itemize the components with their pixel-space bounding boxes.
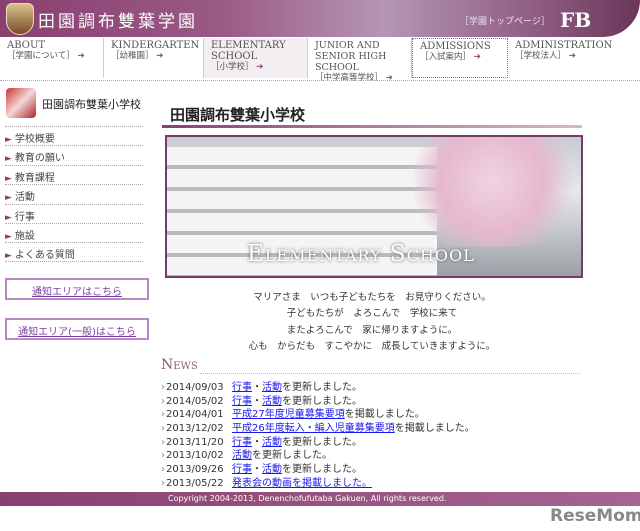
notice-area-general-link[interactable]: 通知エリア(一般)はこちら [18,327,136,338]
nav-sublabel: ［幼稚園］ [111,51,203,62]
main-nav: About［学園について］ Kindergarten［幼稚園］ Elementa… [0,38,640,83]
cherry-tree-graphic [397,137,581,247]
sidebar-item-faq[interactable]: よくある質問 [5,242,143,262]
news-text: を掲載しました。 [394,423,475,435]
sidebar-photo [6,88,36,118]
header-banner: 田園調布雙葉学園 ［学園トップページ］ FB [0,0,640,37]
notice-area-general-button[interactable]: 通知エリア(一般)はこちら [5,318,149,340]
news-heading: News [161,357,198,373]
sidebar-title: 田園調布雙葉小学校 [42,98,141,111]
nav-label: Kindergarten [111,40,200,51]
top-page-link[interactable]: ［学園トップページ］ [460,14,550,27]
news-item: 2014/09/03行事・活動を更新しました。 [161,378,475,393]
nav-label: Admissions [420,41,491,52]
nav-junior-senior[interactable]: Junior and Senior High School ［中学高等学校］ [308,38,412,83]
nav-admissions[interactable]: Admissions ［入試案内］ [412,38,508,78]
nav-administration[interactable]: Administration ［学校法人］ [508,38,640,78]
nav-label: Elementary School [211,40,286,62]
sidebar-menu: 学校概要 教育の願い 教育課程 活動 行事 施設 よくある質問 [5,126,143,262]
footer: Copyright 2004-2013, Denenchofufutaba Ga… [0,492,640,506]
news-item: 2013/05/22発表会の動画を掲載しました。 [161,474,475,489]
nav-sublabel: ［中学高等学校］ [315,73,411,84]
hero-image: Elementary School [165,135,583,278]
sidebar-item-facilities[interactable]: 施設 [5,222,143,242]
nav-sublabel: ［学園について］ [7,51,103,62]
hero-caption: Elementary School [247,241,475,267]
school-crest-icon [6,3,34,35]
site-title[interactable]: 田園調布雙葉学園 [38,7,198,32]
page-title: 田園調布雙葉小学校 [170,106,306,124]
nav-label: Administration [515,40,613,51]
notice-area-link[interactable]: 通知エリアはこちら [32,287,122,298]
title-underline [162,125,582,128]
nav-sublabel: ［学校法人］ [515,51,640,62]
news-divider [200,373,580,374]
message-line: 子どもたちが よろこんで 学校に来て [286,308,458,320]
news-link[interactable]: 発表会の動画を掲載しました。 [232,478,372,489]
nav-about[interactable]: About ［学園について］ [0,38,104,78]
news-item: 2013/10/02活動を更新しました。 [161,446,475,461]
news-item: 2013/11/20行事・活動を更新しました。 [161,433,475,448]
news-item: 2014/04/01平成27年度児童募集要項を掲載しました。 [161,405,475,420]
nav-label: Junior and Senior High School [315,40,387,73]
news-date: 2013/05/22 [161,478,232,489]
news-item: 2013/12/02平成26年度転入・編入児童募集要項を掲載しました。 [161,419,475,435]
sidebar-item-events[interactable]: 行事 [5,203,143,223]
notice-area-button[interactable]: 通知エリアはこちら [5,278,149,300]
sidebar-item-activities[interactable]: 活動 [5,184,143,203]
nav-sublabel: ［小学校］ [211,62,307,73]
message-line: マリアさま いつも子どもたちを お見守りください。 [253,292,491,303]
news-item: 2014/05/02行事・活動を更新しました。 [161,392,475,407]
news-list: 2014/09/03行事・活動を更新しました。2014/05/02行事・活動を更… [161,378,475,489]
nav-sublabel: ［入試案内］ [420,52,507,63]
prayer-message: マリアさま いつも子どもたちを お見守りください。 子どもたちが よろこんで 学… [162,290,582,355]
nav-elementary[interactable]: Elementary School ［小学校］ [204,38,308,78]
message-line: 心も からだも すこやかに 成長していきますように。 [248,340,496,352]
nav-kindergarten[interactable]: Kindergarten ［幼稚園］ [104,38,204,78]
news-item: 2013/09/26行事・活動を更新しました。 [161,460,475,475]
message-line: またよろこんで 家に帰りますように。 [286,324,458,336]
copyright: Copyright 2004-2013, Denenchofufutaba Ga… [168,494,447,503]
sidebar-item-overview[interactable]: 学校概要 [5,126,143,145]
fb-logo: FB [560,8,592,32]
sidebar-item-curriculum[interactable]: 教育課程 [5,164,143,184]
watermark: ReseMom [550,506,640,526]
sidebar-item-wishes[interactable]: 教育の願い [5,145,143,164]
nav-label: About [7,40,46,51]
divider [0,80,640,81]
